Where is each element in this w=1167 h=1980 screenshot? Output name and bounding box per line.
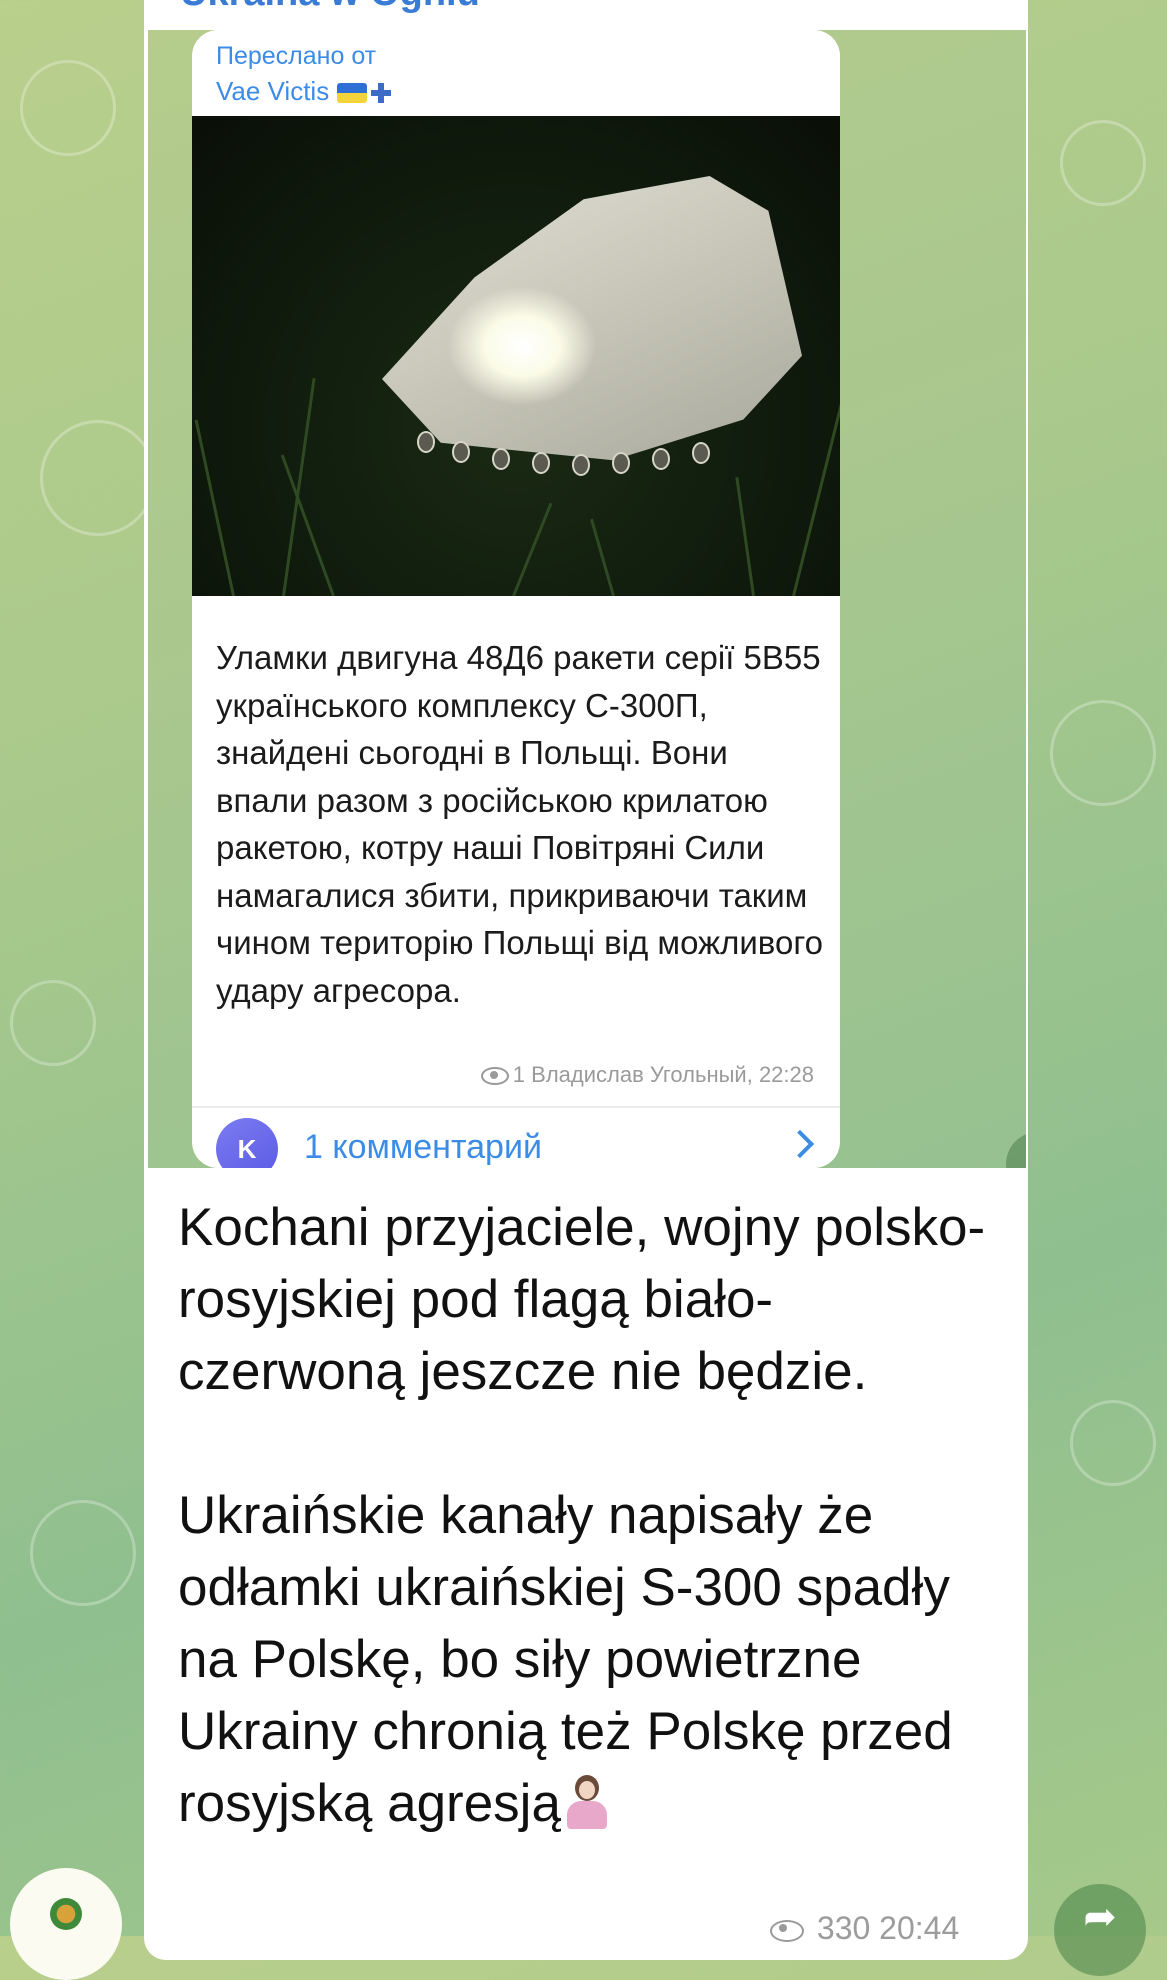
cross-icon xyxy=(371,83,392,104)
message-paragraph-2: Ukraińskie kanały napisały że odłamki uk… xyxy=(178,1480,998,1840)
wallpaper-doodle xyxy=(1060,120,1146,206)
eye-icon xyxy=(770,1919,804,1942)
embedded-screenshot[interactable]: Переслано от Vae Victis Уламки двигуна 4… xyxy=(148,30,1026,1168)
forward-source-name: Vae Victis xyxy=(216,76,330,106)
shrug-emoji xyxy=(561,1775,611,1829)
wallpaper-doodle xyxy=(1070,1400,1156,1486)
forwarded-message-card: Переслано от Vae Victis Уламки двигуна 4… xyxy=(192,30,840,1168)
eye-icon xyxy=(480,1067,509,1086)
forwarded-meta: 1 Владислав Угольный, 22:28 xyxy=(480,1062,814,1088)
camera-flash-glare xyxy=(447,286,597,406)
wallpaper-doodle xyxy=(1050,700,1156,806)
engine-fragment xyxy=(382,176,802,461)
channel-logo-icon xyxy=(50,1898,82,1930)
message-text: Kochani przyjaciele, wojny polsko-rosyjs… xyxy=(178,1192,998,1840)
commenter-avatar: K xyxy=(216,1118,278,1168)
wallpaper-doodle xyxy=(40,420,156,536)
share-icon: ➦ xyxy=(1006,1132,1026,1168)
views-time: 330 20:44 xyxy=(816,1910,960,1946)
share-button[interactable]: ➦ xyxy=(1054,1884,1146,1976)
flag-ukraine-icon xyxy=(337,83,368,104)
comments-label[interactable]: 1 комментарий xyxy=(304,1128,542,1167)
debris-photo xyxy=(192,116,840,596)
forwarded-meta-text: 1 Владислав Угольный, 22:28 xyxy=(512,1062,814,1087)
forward-source: Vae Victis xyxy=(216,76,392,107)
chevron-right-icon[interactable] xyxy=(785,1129,815,1159)
forwarded-caption: Уламки двигуна 48Д6 ракети серії 5В55 ук… xyxy=(216,639,823,1009)
channel-avatar[interactable] xyxy=(10,1868,122,1980)
channel-name[interactable]: Ukraina w Ogniu xyxy=(180,0,480,15)
wallpaper-doodle xyxy=(30,1500,136,1606)
forwarded-from-label: Переслано от xyxy=(216,42,377,70)
comments-row[interactable]: K 1 комментарий xyxy=(192,1108,840,1168)
message-paragraph-1: Kochani przyjaciele, wojny polsko-rosyjs… xyxy=(178,1198,986,1401)
message-meta: 330 20:44 xyxy=(770,1910,959,1947)
wallpaper-doodle xyxy=(20,60,116,156)
wallpaper-doodle xyxy=(10,980,96,1066)
